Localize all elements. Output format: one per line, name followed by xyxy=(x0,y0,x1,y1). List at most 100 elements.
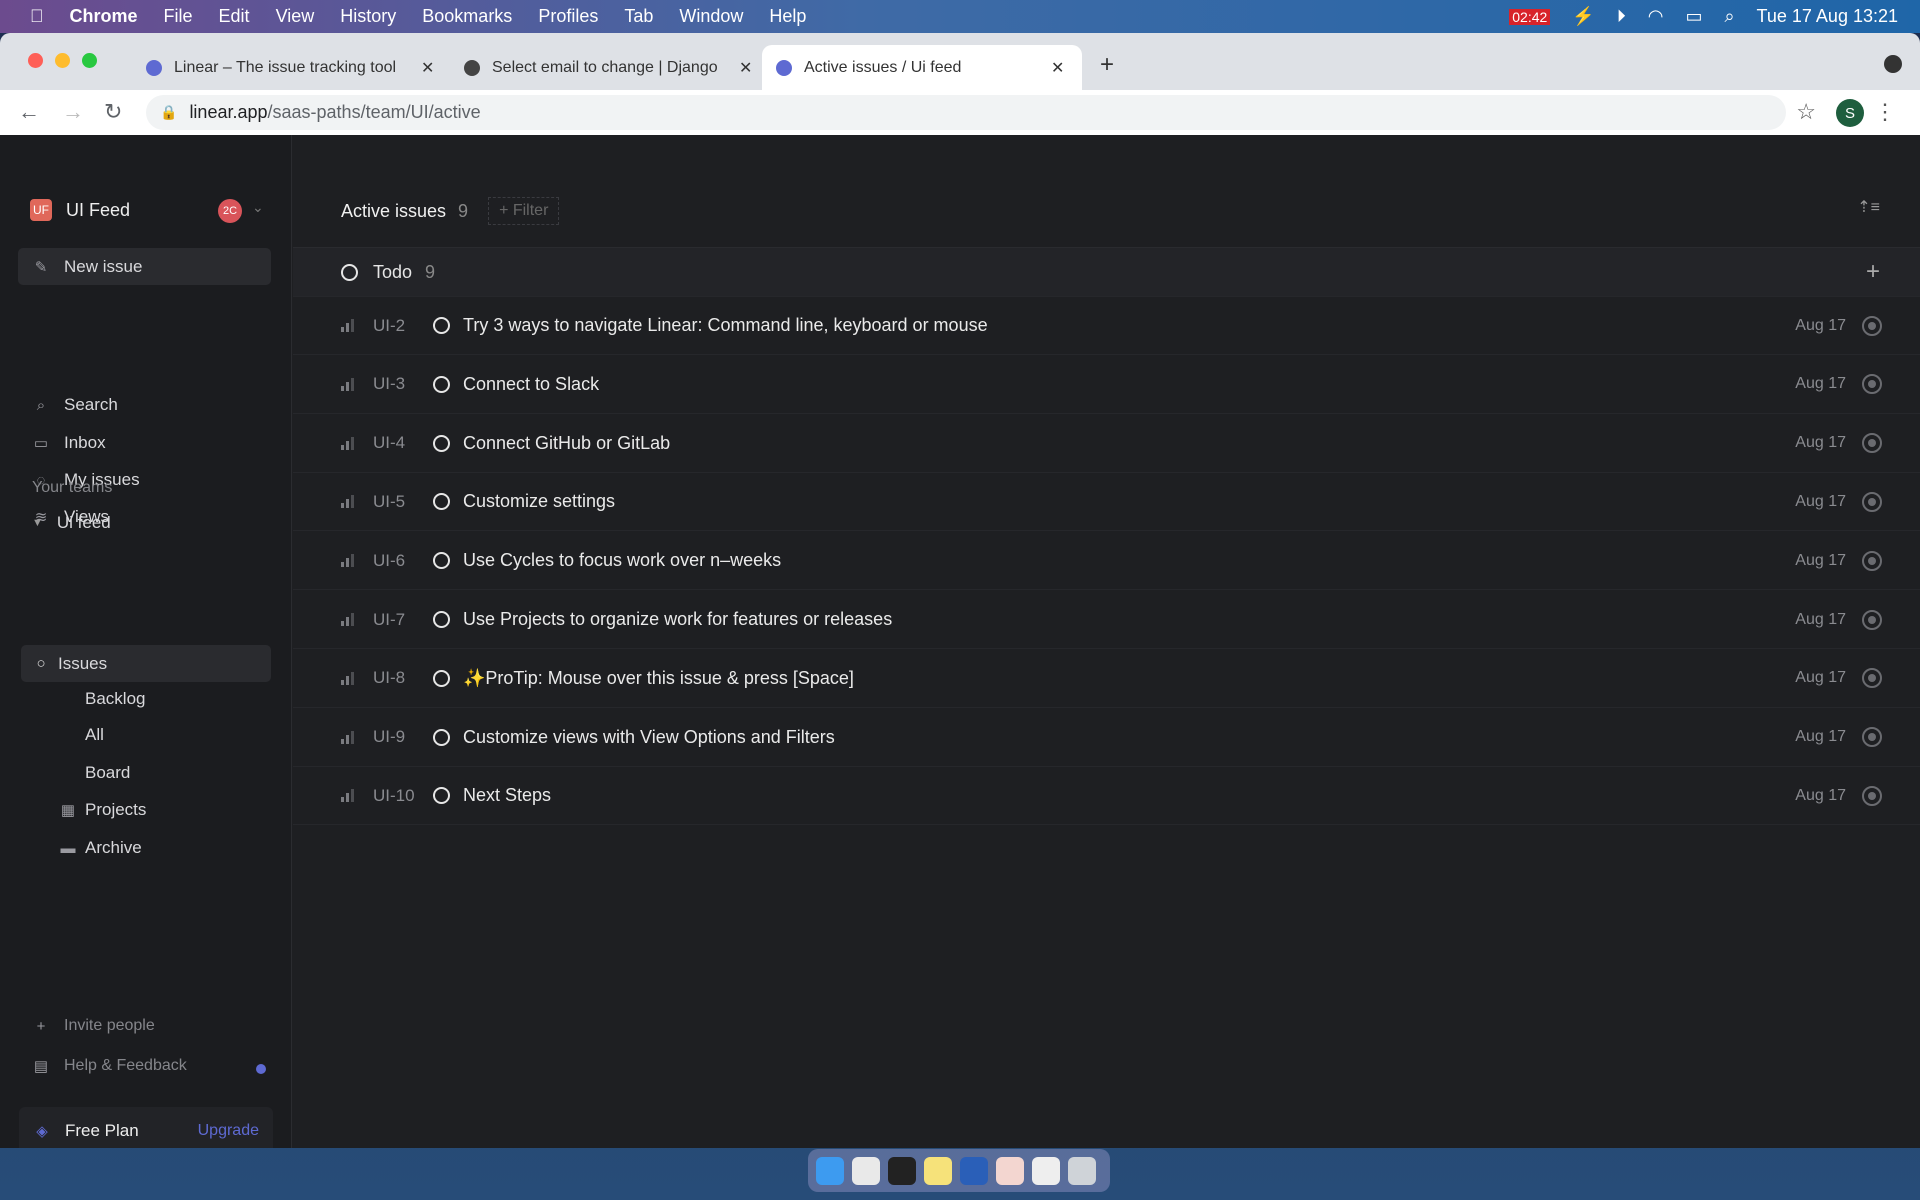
sidebar-item-search[interactable]: ⌕ Search xyxy=(32,395,118,415)
menu-app[interactable]: Chrome xyxy=(70,6,138,27)
issue-row[interactable]: UI-9 Customize views with View Options a… xyxy=(293,709,1920,767)
dock-screenshot-icon[interactable] xyxy=(1032,1156,1060,1185)
issue-row[interactable]: UI-3 Connect to Slack Aug 17 xyxy=(293,356,1920,414)
close-tab-icon[interactable]: ✕ xyxy=(421,58,434,78)
sidebar-item-backlog[interactable]: Backlog xyxy=(58,689,145,709)
menu-profiles[interactable]: Profiles xyxy=(538,6,598,27)
sidebar-item-projects[interactable]: ▦ Projects xyxy=(58,800,147,820)
user-avatar[interactable]: 2C xyxy=(218,199,242,223)
close-tab-icon[interactable]: ✕ xyxy=(739,58,752,78)
clock[interactable]: Tue 17 Aug 13:21 xyxy=(1757,6,1898,27)
workspace-switcher[interactable]: UF UI Feed xyxy=(30,199,130,221)
assignee-icon[interactable] xyxy=(1862,374,1882,395)
menu-bookmarks[interactable]: Bookmarks xyxy=(422,6,512,27)
menu-edit[interactable]: Edit xyxy=(219,6,250,27)
tab-active-issues[interactable]: Active issues / Ui feed ✕ xyxy=(762,45,1082,90)
priority-icon[interactable] xyxy=(341,495,354,509)
add-issue-button[interactable]: + xyxy=(1866,258,1880,286)
status-icon[interactable] xyxy=(433,552,450,570)
chevron-down-icon[interactable]: ⌄ xyxy=(252,199,264,216)
tab-linear[interactable]: Linear – The issue tracking tool ✕ xyxy=(132,45,448,90)
sidebar-item-issues[interactable]: ○ Issues xyxy=(21,645,271,682)
apple-icon[interactable]:  xyxy=(30,6,44,27)
issue-row[interactable]: UI-4 Connect GitHub or GitLab Aug 17 xyxy=(293,415,1920,473)
close-window-button[interactable] xyxy=(28,53,43,68)
profile-avatar[interactable]: S xyxy=(1836,99,1864,127)
issue-row[interactable]: UI-6 Use Cycles to focus work over n–wee… xyxy=(293,532,1920,591)
address-bar[interactable]: 🔒 linear.app/saas-paths/team/UI/active xyxy=(146,95,1786,130)
sidebar-item-archive[interactable]: ▬ Archive xyxy=(58,838,142,858)
status-icon[interactable] xyxy=(433,728,450,746)
search-icon[interactable]: ⌕ xyxy=(1724,6,1734,27)
status-icon[interactable]: ⚡ xyxy=(1572,6,1594,27)
priority-icon[interactable] xyxy=(341,789,354,803)
back-icon[interactable]: ← xyxy=(18,99,40,125)
status-icon[interactable] xyxy=(433,611,450,628)
issue-row[interactable]: UI-7 Use Projects to organize work for f… xyxy=(293,591,1920,649)
assignee-icon[interactable] xyxy=(1862,668,1882,689)
priority-icon[interactable] xyxy=(341,436,354,450)
dock-notes-icon[interactable] xyxy=(924,1156,952,1185)
issue-row[interactable]: UI-5 Customize settings Aug 17 xyxy=(293,473,1920,532)
dock-terminal-icon[interactable] xyxy=(888,1156,916,1185)
tab-django[interactable]: Select email to change | Django ✕ xyxy=(450,45,766,90)
dock-trash-icon[interactable] xyxy=(1068,1156,1096,1185)
minimize-window-button[interactable] xyxy=(55,53,70,68)
priority-icon[interactable] xyxy=(341,613,354,626)
menu-help[interactable]: Help xyxy=(769,6,806,27)
status-icon[interactable] xyxy=(433,434,450,452)
recording-timer[interactable]: 02:42 xyxy=(1509,8,1551,25)
status-icon[interactable] xyxy=(433,375,450,393)
assignee-icon[interactable] xyxy=(1862,491,1882,512)
priority-icon[interactable] xyxy=(341,319,354,332)
tab-search-icon[interactable] xyxy=(1884,55,1902,73)
status-icon[interactable] xyxy=(433,317,450,334)
wifi-icon[interactable]: ◠ xyxy=(1648,6,1664,27)
status-icon[interactable] xyxy=(433,787,450,805)
zoom-window-button[interactable] xyxy=(82,53,97,68)
menu-file[interactable]: File xyxy=(164,6,193,27)
dock-finder-icon[interactable] xyxy=(816,1156,844,1185)
status-icon[interactable] xyxy=(433,669,450,687)
menu-view[interactable]: View xyxy=(276,6,315,27)
assignee-icon[interactable] xyxy=(1862,433,1882,454)
sidebar-item-all[interactable]: All xyxy=(58,725,104,745)
status-icon[interactable] xyxy=(433,493,450,511)
issue-row[interactable]: UI-10 Next Steps Aug 17 xyxy=(293,767,1920,826)
chrome-window: Linear – The issue tracking tool ✕ Select… xyxy=(0,33,1920,1148)
sort-icon[interactable]: ⇡≡ xyxy=(1857,197,1880,217)
filter-button[interactable]: + Filter xyxy=(488,197,560,225)
menu-window[interactable]: Window xyxy=(679,6,743,27)
menu-kebab-icon[interactable]: ⋮ xyxy=(1874,99,1896,125)
issue-row[interactable]: UI-8 ✨ProTip: Mouse over this issue & pr… xyxy=(293,650,1920,708)
dock-folder-icon[interactable] xyxy=(996,1156,1024,1185)
team-ui-feed[interactable]: ▼ Ui feed xyxy=(32,513,111,533)
upgrade-link[interactable]: Upgrade xyxy=(198,1122,259,1140)
menu-history[interactable]: History xyxy=(340,6,396,27)
play-icon[interactable]: ⏵ xyxy=(1617,6,1626,27)
assignee-icon[interactable] xyxy=(1862,785,1882,806)
forward-icon[interactable]: → xyxy=(62,99,84,125)
assignee-icon[interactable] xyxy=(1862,315,1882,336)
invite-people[interactable]: + Invite people xyxy=(32,1017,155,1035)
new-tab-button[interactable]: + xyxy=(1100,51,1114,79)
assignee-icon[interactable] xyxy=(1862,727,1882,748)
priority-icon[interactable] xyxy=(341,671,354,685)
priority-icon[interactable] xyxy=(341,730,354,744)
priority-icon[interactable] xyxy=(341,554,354,568)
dock-chrome-icon[interactable] xyxy=(852,1156,880,1185)
issue-row[interactable]: UI-2 Try 3 ways to navigate Linear: Comm… xyxy=(293,297,1920,355)
assignee-icon[interactable] xyxy=(1862,609,1882,630)
sidebar-item-inbox[interactable]: ▭ Inbox xyxy=(32,433,106,453)
new-issue-button[interactable]: ✎ New issue xyxy=(18,248,271,285)
assignee-icon[interactable] xyxy=(1862,550,1882,571)
help-feedback[interactable]: ▤ Help & Feedback xyxy=(32,1057,187,1075)
menu-tab[interactable]: Tab xyxy=(624,6,653,27)
reload-icon[interactable]: ↻ xyxy=(104,99,122,125)
dock-reeder-icon[interactable] xyxy=(960,1156,988,1185)
battery-icon[interactable]: ▭ xyxy=(1685,6,1702,27)
bookmark-star-icon[interactable]: ☆ xyxy=(1796,99,1816,125)
close-tab-icon[interactable]: ✕ xyxy=(1051,58,1064,78)
sidebar-item-board[interactable]: Board xyxy=(58,763,130,783)
priority-icon[interactable] xyxy=(341,377,354,391)
